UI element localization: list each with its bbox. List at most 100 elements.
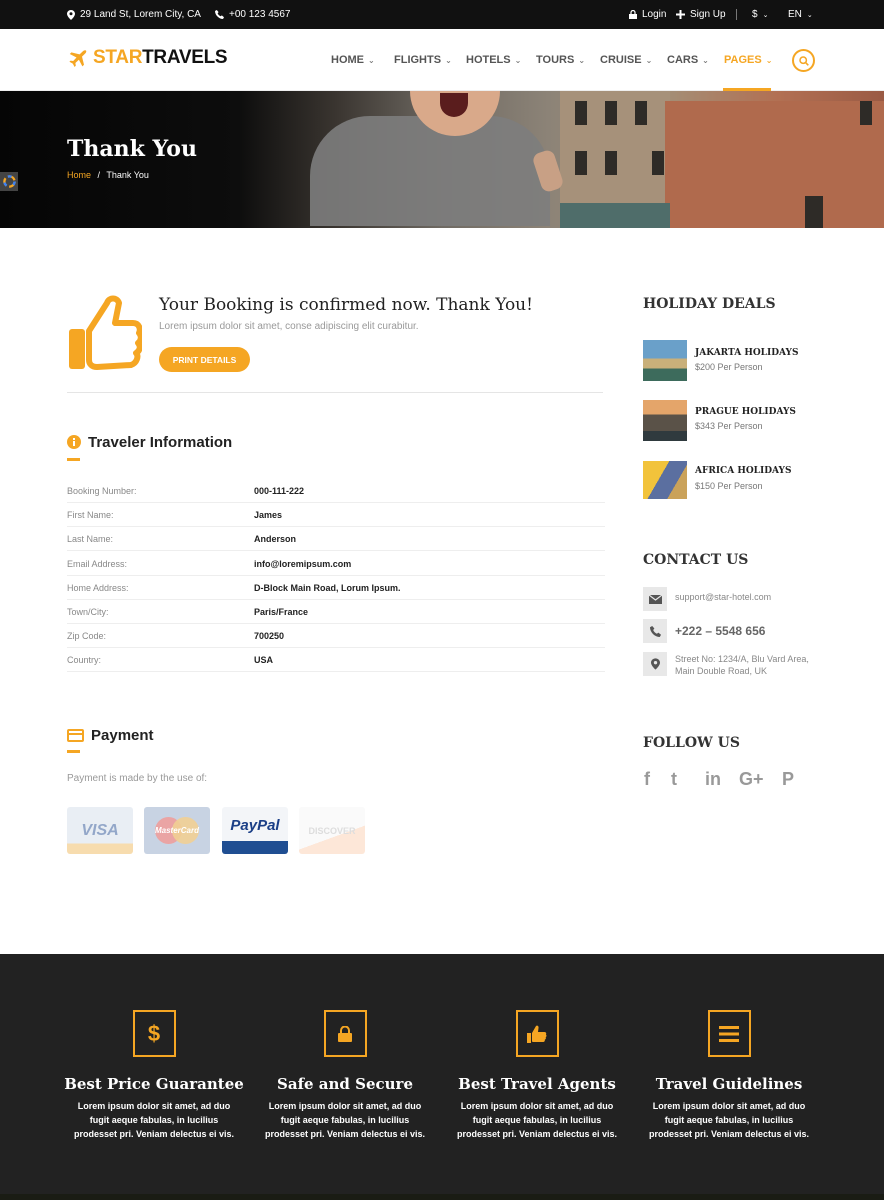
search-button[interactable] bbox=[792, 49, 815, 72]
plus-icon bbox=[676, 10, 685, 19]
currency-dropdown[interactable]: $ ⌄ bbox=[752, 9, 768, 20]
paypal-logo: PayPal bbox=[222, 807, 288, 854]
logo-star: STAR bbox=[93, 47, 143, 68]
breadcrumb-separator: / bbox=[97, 170, 101, 180]
deal-price: $343 Per Person bbox=[695, 421, 763, 431]
phone-text: +00 123 4567 bbox=[229, 9, 291, 20]
google-plus-icon[interactable]: G+ bbox=[739, 769, 764, 790]
chevron-down-icon: ⌄ bbox=[445, 56, 452, 65]
table-row: Email Address: info@loremipsum.com bbox=[67, 552, 605, 576]
deal-price: $200 Per Person bbox=[695, 362, 763, 372]
deal-thumbnail[interactable] bbox=[643, 461, 687, 499]
phone-info: +00 123 4567 bbox=[215, 9, 290, 20]
deal-thumbnail[interactable] bbox=[643, 400, 687, 441]
facebook-icon[interactable]: f bbox=[644, 769, 650, 790]
table-row: Country: USA bbox=[67, 648, 605, 672]
chevron-down-icon: ⌄ bbox=[806, 11, 813, 19]
nav-pages[interactable]: PAGES ⌄ bbox=[724, 54, 772, 66]
signup-link[interactable]: Sign Up bbox=[676, 9, 726, 20]
discover-logo: DISCOVER bbox=[299, 807, 365, 854]
nav-flights[interactable]: FLIGHTS ⌄ bbox=[394, 54, 452, 66]
contact-address-line2: Main Double Road, UK bbox=[675, 666, 768, 676]
chevron-down-icon: ⌄ bbox=[578, 56, 586, 65]
info-icon bbox=[67, 435, 81, 449]
pinterest-icon[interactable]: P bbox=[782, 769, 794, 790]
site-logo[interactable]: STARTRAVELS bbox=[67, 47, 228, 69]
deal-price: $150 Per Person bbox=[695, 481, 763, 491]
row-value: D-Block Main Road, Lorum Ipsum. bbox=[254, 583, 401, 593]
heading-underline bbox=[67, 750, 80, 753]
contact-address-line1: Street No: 1234/A, Blu Vard Area, bbox=[675, 654, 809, 664]
footer-bottom-strip bbox=[0, 1194, 884, 1200]
feature-icon-box bbox=[323, 1010, 367, 1057]
nav-cruise[interactable]: CRUISE ⌄ bbox=[600, 54, 652, 66]
payment-text: Payment is made by the use of: bbox=[67, 773, 208, 784]
row-label: Last Name: bbox=[67, 534, 114, 544]
login-label: Login bbox=[642, 9, 667, 20]
search-icon bbox=[798, 55, 809, 66]
feature-title: Travel Guidelines bbox=[655, 1075, 803, 1093]
feature-travel-agents: Best Travel Agents Lorem ipsum dolor sit… bbox=[437, 1010, 637, 1141]
table-row: Home Address: D-Block Main Road, Lorum Ip… bbox=[67, 576, 605, 600]
deal-title[interactable]: JAKARTA HOLIDAYS bbox=[695, 348, 798, 358]
nav-tours[interactable]: TOURS ⌄ bbox=[536, 54, 585, 66]
envelope-icon bbox=[648, 594, 662, 604]
chevron-down-icon: ⌄ bbox=[702, 56, 709, 65]
confirmation-title: Your Booking is confirmed now. Thank You… bbox=[159, 295, 533, 315]
chevron-down-icon: ⌄ bbox=[368, 56, 375, 65]
feature-icon-box: $ bbox=[132, 1010, 176, 1057]
lock-icon bbox=[338, 1025, 352, 1042]
page-title: Thank You bbox=[67, 136, 197, 162]
login-link[interactable]: Login bbox=[629, 9, 666, 20]
currency-value: $ bbox=[752, 9, 758, 20]
payment-heading: Payment bbox=[91, 727, 154, 744]
menu-lines-icon bbox=[719, 1025, 739, 1042]
feature-travel-guidelines: Travel Guidelines Lorem ipsum dolor sit … bbox=[629, 1010, 829, 1141]
row-label: Email Address: bbox=[67, 559, 128, 569]
table-row: Zip Code: 700250 bbox=[67, 624, 605, 648]
table-row: Last Name: Anderson bbox=[67, 527, 605, 551]
email-icon-box bbox=[643, 587, 667, 611]
row-value: Paris/France bbox=[254, 607, 309, 617]
credit-card-icon bbox=[67, 729, 84, 742]
thumbs-up-icon bbox=[527, 1025, 547, 1043]
address-info: 29 Land St, Lorem City, CA bbox=[67, 9, 201, 20]
chevron-down-icon: ⌄ bbox=[765, 56, 773, 65]
deal-thumbnail[interactable] bbox=[643, 340, 687, 381]
row-label: Booking Number: bbox=[67, 486, 137, 496]
row-value: USA bbox=[254, 655, 274, 665]
language-dropdown[interactable]: EN ⌄ bbox=[788, 9, 813, 20]
row-value: 000-111-222 bbox=[254, 486, 305, 496]
language-value: EN bbox=[788, 9, 802, 20]
nav-hotels[interactable]: HOTELS ⌄ bbox=[466, 54, 521, 66]
follow-heading: FOLLOW US bbox=[643, 735, 740, 751]
feature-best-price: $ Best Price Guarantee Lorem ipsum dolor… bbox=[54, 1010, 254, 1141]
feature-title: Best Price Guarantee bbox=[64, 1075, 244, 1093]
row-label: Country: bbox=[67, 655, 102, 665]
contact-phone[interactable]: +222 – 5548 656 bbox=[675, 624, 765, 638]
address-icon-box bbox=[643, 652, 667, 676]
contact-email[interactable]: support@star-hotel.com bbox=[675, 592, 771, 602]
top-bar: 29 Land St, Lorem City, CA +00 123 4567 … bbox=[0, 0, 884, 29]
lock-icon bbox=[629, 10, 637, 19]
nav-home[interactable]: HOME ⌄ bbox=[331, 54, 375, 66]
table-row: Town/City: Paris/France bbox=[67, 600, 605, 624]
color-wheel-icon bbox=[2, 175, 16, 188]
deal-title[interactable]: AFRICA HOLIDAYS bbox=[695, 466, 792, 476]
twitter-icon[interactable]: t bbox=[671, 769, 677, 790]
feature-title: Safe and Secure bbox=[277, 1075, 413, 1093]
row-value: James bbox=[254, 510, 283, 520]
map-pin-icon bbox=[650, 658, 660, 670]
deal-title[interactable]: PRAGUE HOLIDAYS bbox=[695, 407, 796, 417]
chevron-down-icon: ⌄ bbox=[762, 11, 769, 19]
color-switcher-button[interactable] bbox=[0, 172, 18, 191]
logo-travels: TRAVELS bbox=[142, 47, 228, 68]
print-details-button[interactable]: PRINT DETAILS bbox=[159, 347, 250, 372]
breadcrumb-current: Thank You bbox=[106, 170, 149, 180]
contact-heading: CONTACT US bbox=[643, 552, 749, 568]
feature-title: Best Travel Agents bbox=[458, 1075, 616, 1093]
feature-icon-box bbox=[707, 1010, 751, 1057]
breadcrumb-home[interactable]: Home bbox=[67, 170, 91, 180]
linkedin-icon[interactable]: in bbox=[705, 769, 721, 790]
nav-cars[interactable]: CARS ⌄ bbox=[667, 54, 709, 66]
